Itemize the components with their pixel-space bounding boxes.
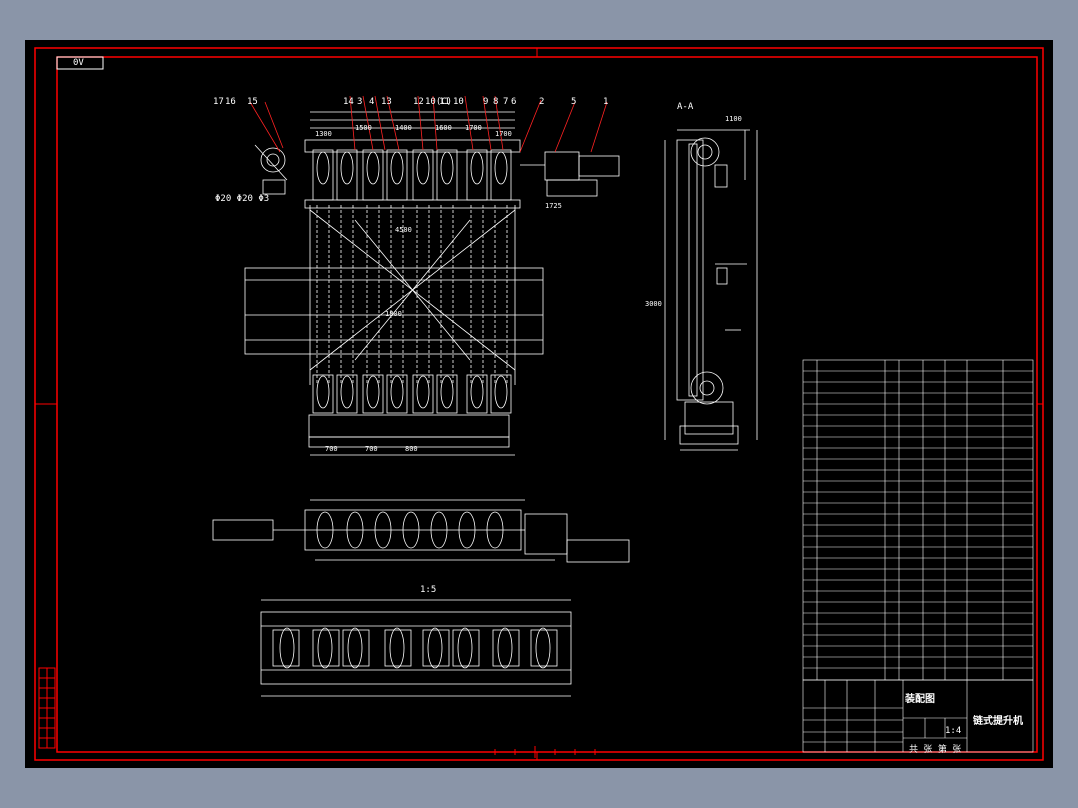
callout-number: 12 <box>413 97 424 107</box>
callout-number: 7 <box>503 97 509 107</box>
dimension-label: 3000 <box>645 300 662 308</box>
dimension-label: 1500 <box>355 124 372 132</box>
bottom-sprockets <box>316 375 508 409</box>
callout-number: 11 <box>439 97 450 107</box>
dimension-label: 1400 <box>395 124 412 132</box>
chain-columns <box>316 205 508 385</box>
dimension-label: 1700 <box>495 130 512 138</box>
dimension-label: 1300 <box>315 130 332 138</box>
view-scale-label: 1:5 <box>420 585 437 595</box>
bottom-view <box>260 599 572 697</box>
dimension-label: 1700 <box>465 124 482 132</box>
callout-number: 5 <box>571 97 577 107</box>
drawing-sheet: 0V A-A 1:5 Φ20 Φ20 Φ3 装配图 链式提升机 1:4 共 张 … <box>25 40 1053 768</box>
dimension-label: 1800 <box>385 310 402 318</box>
dimension-label: 800 <box>405 445 418 453</box>
side-view <box>664 129 758 451</box>
dimension-label: 700 <box>365 445 378 453</box>
machine-name: 链式提升机 <box>973 716 1023 727</box>
callout-number: 6 <box>511 97 517 107</box>
drawing-code: 0V <box>73 58 84 68</box>
top-view <box>212 499 630 563</box>
callout-number: 2 <box>539 97 545 107</box>
dimension-label: 700 <box>325 445 338 453</box>
revision-strip <box>38 667 56 749</box>
callout-number: 17 <box>213 97 224 107</box>
bottom-ruler <box>494 746 605 758</box>
dimension-label: 1725 <box>545 202 562 210</box>
dimension-label: 1600 <box>435 124 452 132</box>
callout-number: 4 <box>369 97 375 107</box>
callout-number: 8 <box>493 97 499 107</box>
callout-number: 10 <box>453 97 464 107</box>
parts-list <box>802 359 1034 681</box>
callout-number: 15 <box>247 97 258 107</box>
scale: 1:4 <box>945 726 962 736</box>
section-label: A-A <box>677 102 694 112</box>
dimension-label: 1100 <box>725 115 742 123</box>
callout-number: 13 <box>381 97 392 107</box>
callout-number: 3 <box>357 97 363 107</box>
callout-left: Φ20 Φ20 Φ3 <box>215 194 270 204</box>
assembly-drawing <box>34 47 1044 761</box>
sheet-count: 共 张 第 张 <box>909 745 962 755</box>
top-sprockets <box>316 151 508 185</box>
front-view <box>244 111 620 456</box>
callout-number: 14 <box>343 97 354 107</box>
part-name: 装配图 <box>905 694 935 705</box>
dimension-label: 4500 <box>395 226 412 234</box>
callout-number: 16 <box>225 97 236 107</box>
callout-number: 9 <box>483 97 489 107</box>
callout-number: 1 <box>603 97 609 107</box>
inner-frame <box>56 56 1038 753</box>
